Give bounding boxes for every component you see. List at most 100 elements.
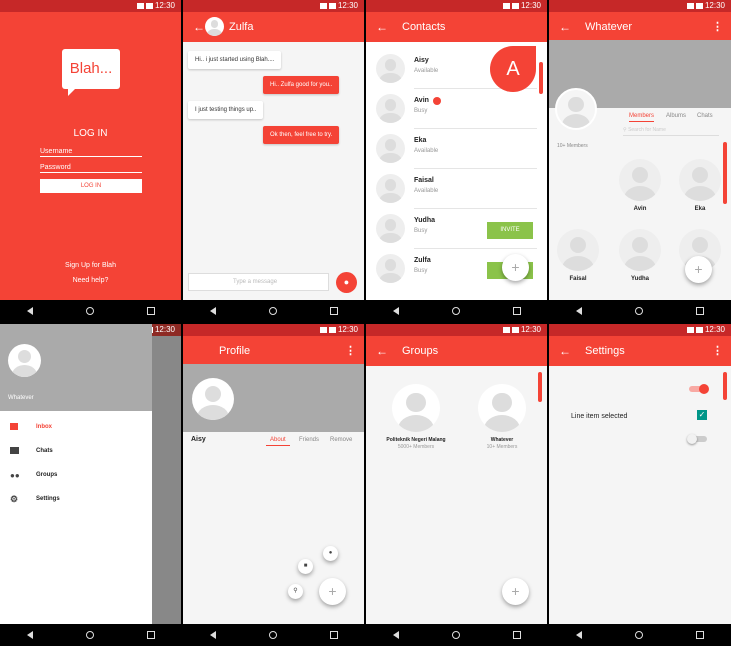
arrow-back-icon[interactable]: ← — [559, 336, 571, 366]
drawer-item-chats[interactable]: Chats — [0, 445, 152, 457]
group-card[interactable]: Whatever 10+ Members — [462, 384, 542, 450]
signup-link[interactable]: Sign Up for Blah — [0, 262, 181, 269]
profile-name: Aisy — [191, 436, 206, 443]
member-item[interactable]: Yudha — [619, 229, 661, 282]
home-icon[interactable] — [634, 631, 643, 639]
status-bar: 12:30 — [366, 324, 547, 336]
back-icon[interactable] — [392, 307, 399, 315]
back-icon[interactable] — [575, 307, 582, 315]
more-icon[interactable]: ⋮ — [345, 336, 356, 366]
back-icon[interactable] — [392, 631, 399, 639]
tab-about[interactable]: About — [266, 437, 290, 446]
more-icon[interactable]: ⋮ — [712, 336, 723, 366]
add-button[interactable]: + — [685, 256, 712, 283]
mic-button[interactable]: ● — [336, 272, 357, 293]
back-icon[interactable] — [26, 307, 33, 315]
back-icon[interactable] — [209, 307, 216, 315]
home-icon[interactable] — [451, 631, 460, 639]
back-icon[interactable] — [26, 631, 33, 639]
settings-toolbar: ← Settings ⋮ — [549, 336, 731, 366]
scrollbar[interactable] — [723, 142, 727, 204]
home-icon[interactable] — [634, 307, 643, 315]
group-detail-screen: 12:30 ← Whatever ⋮ Members Albums Chats … — [549, 0, 731, 322]
add-button[interactable]: + — [502, 254, 529, 281]
plus-icon: + — [511, 583, 520, 599]
chat-mini-button[interactable]: ■ — [298, 559, 313, 574]
recents-icon[interactable] — [329, 307, 338, 315]
plus-icon: + — [511, 259, 520, 275]
recents-icon[interactable] — [696, 307, 705, 315]
checkbox-checked[interactable]: ✓ — [697, 410, 707, 420]
invite-button[interactable]: INVITE — [487, 222, 533, 239]
toggle-switch-on[interactable] — [689, 384, 709, 394]
nav-bar — [0, 624, 181, 646]
more-icon[interactable]: ⋮ — [712, 12, 723, 42]
nav-bar — [366, 300, 547, 322]
tab-friends[interactable]: Friends — [299, 437, 319, 443]
home-icon[interactable] — [451, 307, 460, 315]
login-button[interactable]: LOG IN — [40, 179, 142, 193]
member-count: 10+ Members — [557, 143, 588, 149]
drawer-item-groups[interactable]: ●● Groups — [0, 469, 152, 481]
login-screen: 12:30 Blah... LOG IN Username Password L… — [0, 0, 181, 322]
back-icon[interactable] — [575, 631, 582, 639]
recents-icon[interactable] — [146, 631, 155, 639]
recents-icon[interactable] — [329, 631, 338, 639]
drawer-item-inbox[interactable]: Inbox — [0, 421, 152, 433]
nav-bar — [0, 300, 181, 322]
contacts-screen: 12:30 ← Contacts Aisy Available Avin Busy … — [366, 0, 547, 322]
tab-members[interactable]: Members — [629, 113, 655, 122]
group-mini-button[interactable]: ● — [323, 546, 338, 561]
toggle-switch-off[interactable] — [687, 434, 707, 444]
page-title: Groups — [402, 345, 439, 357]
back-icon[interactable] — [209, 631, 216, 639]
list-item[interactable]: Avin Busy — [366, 89, 547, 129]
avatar[interactable] — [8, 344, 41, 377]
drawer-item-settings[interactable]: ⚙ Settings — [0, 493, 152, 505]
recents-icon[interactable] — [512, 631, 521, 639]
tab-chats[interactable]: Chats — [697, 113, 713, 119]
arrow-back-icon[interactable]: ← — [376, 336, 388, 366]
arrow-back-icon[interactable]: ← — [376, 12, 388, 42]
add-button[interactable]: + — [319, 578, 346, 605]
home-icon[interactable] — [268, 631, 277, 639]
password-field[interactable]: Password — [40, 164, 142, 173]
group-count: 10+ Members — [486, 444, 518, 450]
scrollbar[interactable] — [723, 372, 727, 400]
scrollbar[interactable] — [539, 62, 543, 94]
recents-icon[interactable] — [146, 307, 155, 315]
tab-albums[interactable]: Albums — [666, 113, 686, 119]
scrollbar[interactable] — [538, 372, 542, 402]
status-bar: 12:30 — [366, 0, 547, 12]
arrow-back-icon[interactable]: ← — [559, 12, 571, 42]
gear-icon: ⚙ — [10, 494, 19, 504]
recents-icon[interactable] — [512, 307, 521, 315]
help-link[interactable]: Need help? — [0, 277, 181, 284]
contact-avatar[interactable] — [205, 17, 224, 36]
nav-bar — [183, 300, 364, 322]
recents-icon[interactable] — [696, 631, 705, 639]
home-icon[interactable] — [85, 307, 94, 315]
group-avatar — [478, 384, 526, 432]
tab-remove[interactable]: Remove — [330, 437, 352, 443]
status-bar: 12:30 — [549, 324, 731, 336]
message-input[interactable]: Type a message — [188, 273, 329, 291]
member-item[interactable]: Eka — [679, 159, 721, 212]
groups-toolbar: ← Groups — [366, 336, 547, 366]
search-input[interactable]: ⚲ Search for Name — [623, 127, 719, 136]
add-button[interactable]: + — [502, 578, 529, 605]
group-card[interactable]: Politeknik Negeri Malang 5000+ Members — [376, 384, 456, 450]
username-field[interactable]: Username — [40, 148, 142, 157]
arrow-back-icon[interactable]: ← — [193, 12, 205, 42]
settings-screen: 12:30 ← Settings ⋮ Line item selected ✓ — [549, 324, 731, 646]
group-avatar — [392, 384, 440, 432]
list-item[interactable]: Faisal Available — [366, 169, 547, 209]
list-item[interactable]: Yudha Busy INVITE — [366, 209, 547, 249]
list-item[interactable]: Eka Available — [366, 129, 547, 169]
search-mini-button[interactable]: ⚲ — [288, 584, 303, 599]
home-icon[interactable] — [268, 307, 277, 315]
home-icon[interactable] — [85, 631, 94, 639]
nav-bar — [183, 624, 364, 646]
member-item[interactable]: Avin — [619, 159, 661, 212]
member-item[interactable]: Faisal — [557, 229, 599, 282]
